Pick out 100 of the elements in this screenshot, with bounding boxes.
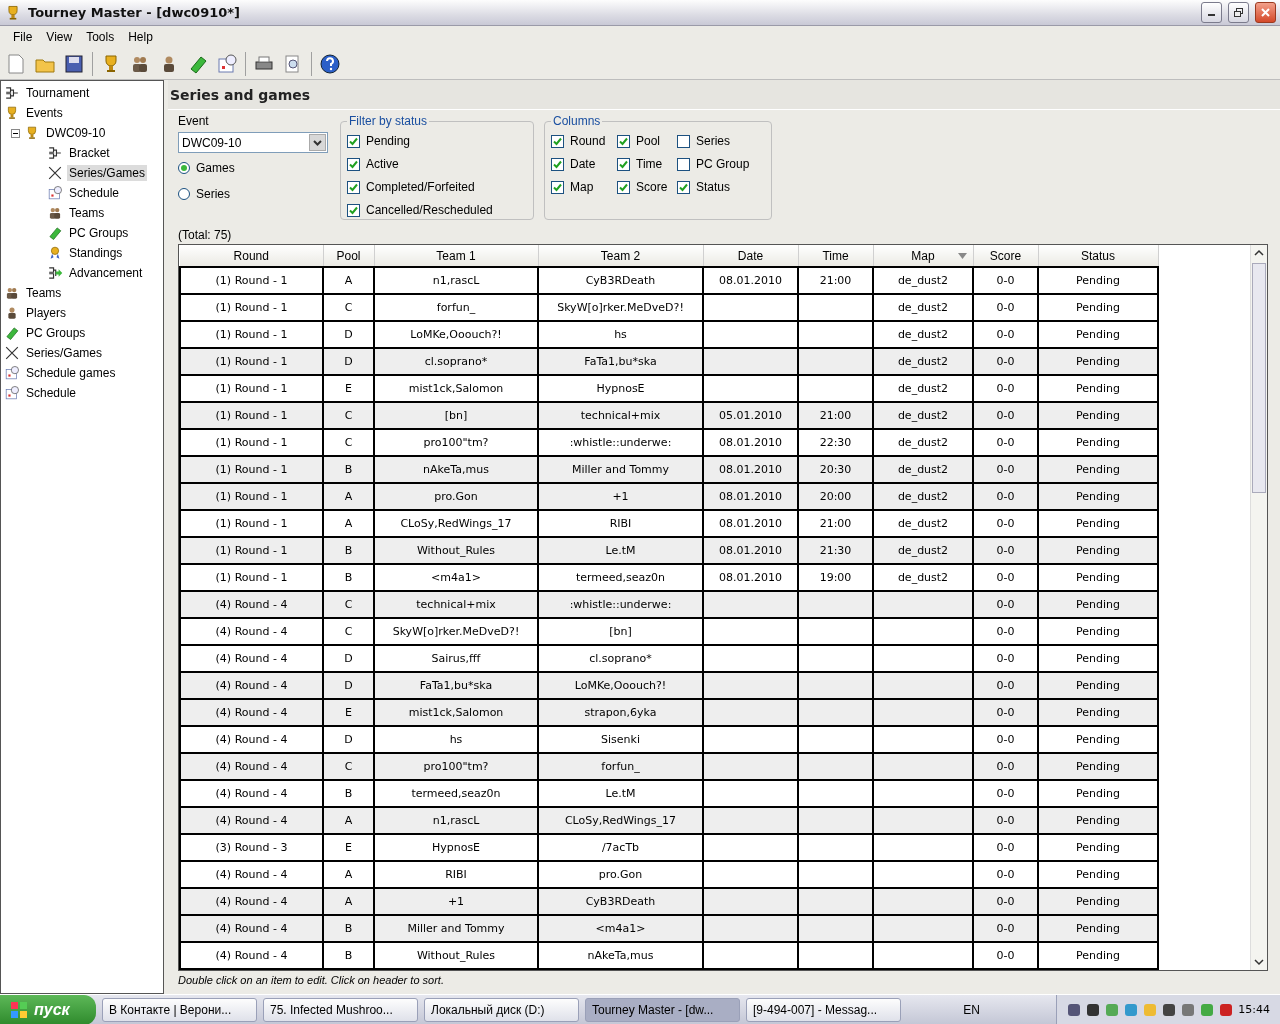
language-indicator[interactable]: EN	[963, 1002, 980, 1017]
tree-item[interactable]: Schedule games	[24, 365, 118, 381]
table-cell: (4) Round - 4	[180, 753, 323, 780]
close-button[interactable]	[1255, 2, 1276, 23]
new-file-icon	[5, 52, 27, 75]
menu-item[interactable]: Tools	[79, 28, 122, 46]
checkbox[interactable]	[617, 134, 630, 148]
table-cell: (4) Round - 4	[180, 942, 323, 969]
tree-item[interactable]: Tournament	[24, 85, 92, 101]
checkbox[interactable]	[551, 134, 564, 148]
checkmark-icon	[349, 205, 358, 215]
column-header[interactable]: Team 1	[374, 245, 538, 267]
checkmark-icon	[553, 182, 562, 192]
tray-icon[interactable]	[1067, 1002, 1082, 1017]
event-dropdown[interactable]: DWC09-10	[178, 132, 328, 153]
checkbox[interactable]	[677, 134, 690, 148]
minimize-button[interactable]	[1201, 2, 1222, 23]
table-cell: FaTa1,bu*ska	[538, 348, 703, 375]
column-header[interactable]: Round	[180, 245, 323, 267]
table-cell: de_dust2	[873, 483, 973, 510]
table-cell: 22:30	[798, 429, 873, 456]
close-icon	[1260, 7, 1271, 18]
checkbox[interactable]	[551, 180, 564, 194]
table-cell: Pending	[1038, 618, 1158, 645]
calendar-clock-icon	[47, 185, 63, 201]
windows-logo-icon	[10, 1000, 28, 1019]
maximize-button[interactable]	[1228, 2, 1249, 23]
collapse-icon[interactable]	[11, 128, 20, 138]
column-header[interactable]: Team 2	[538, 245, 703, 267]
checkbox[interactable]	[347, 134, 360, 148]
radio-button[interactable]	[178, 188, 190, 200]
tree-item[interactable]: Series/Games	[24, 345, 105, 361]
table-cell: LoMKe,Ooouch?!	[374, 321, 538, 348]
tree-item[interactable]: Bracket	[67, 145, 112, 161]
taskbar-button[interactable]: 75. Infected Mushroo...	[263, 997, 418, 1022]
table-cell: (4) Round - 4	[180, 915, 323, 942]
table-cell: (1) Round - 1	[180, 402, 323, 429]
taskbar-button[interactable]: В Контакте | Верони...	[102, 997, 257, 1022]
checkbox[interactable]	[677, 180, 690, 194]
radio-dot-icon	[181, 165, 187, 171]
column-header[interactable]: Score	[973, 245, 1038, 267]
tree-item[interactable]: Teams	[67, 205, 107, 221]
table-cell: (4) Round - 4	[180, 888, 323, 915]
scroll-thumb[interactable]	[1252, 263, 1266, 493]
menu-item[interactable]: Help	[121, 28, 160, 46]
taskbar-button[interactable]: Tourney Master - [dw...	[585, 997, 740, 1022]
radio-button[interactable]	[178, 162, 190, 174]
table-cell: Pending	[1038, 483, 1158, 510]
checkbox[interactable]	[347, 203, 360, 217]
tree-item[interactable]: Events	[24, 105, 65, 121]
table-cell: :whistle::underwe:	[538, 591, 703, 618]
tray-icon[interactable]	[1086, 1002, 1101, 1017]
menu-item[interactable]: View	[39, 28, 80, 46]
checkbox[interactable]	[347, 157, 360, 171]
tree-item[interactable]: Teams	[24, 285, 64, 301]
tree-item[interactable]: Schedule	[24, 385, 79, 401]
table-cell: (4) Round - 4	[180, 591, 323, 618]
table-cell: 0-0	[973, 645, 1038, 672]
table-cell: Pending	[1038, 645, 1158, 672]
table-cell: 08.01.2010	[703, 267, 798, 294]
checkbox[interactable]	[617, 157, 630, 171]
column-header[interactable]: Status	[1038, 245, 1158, 267]
column-header[interactable]: Time	[798, 245, 873, 267]
checkbox[interactable]	[551, 157, 564, 171]
checkbox[interactable]	[677, 157, 690, 171]
tree-item[interactable]: DWC09-10	[44, 125, 108, 141]
table-cell: Pending	[1038, 915, 1158, 942]
tree-item[interactable]: Standings	[67, 245, 125, 261]
table-cell: LoMKe,Ooouch?!	[538, 672, 703, 699]
tree-item[interactable]: Advancement	[67, 265, 145, 281]
table-cell: (4) Round - 4	[180, 861, 323, 888]
tree-item[interactable]: PC Groups	[67, 225, 131, 241]
table-cell: 21:00	[798, 510, 873, 537]
caret-icon	[313, 139, 322, 146]
table-cell: (4) Round - 4	[180, 699, 323, 726]
tray-icon[interactable]	[1162, 1002, 1177, 1017]
calendar-clock-icon	[4, 385, 20, 401]
table-cell: (4) Round - 4	[180, 726, 323, 753]
checkbox[interactable]	[617, 180, 630, 194]
table-cell: mist1ck,Salomon	[374, 699, 538, 726]
taskbar-button[interactable]: [9-494-007] - Messag...	[746, 997, 901, 1022]
tree-item[interactable]: Series/Games	[67, 165, 148, 181]
table-cell: 0-0	[973, 672, 1038, 699]
checkbox-label: Score	[636, 180, 668, 194]
ticket-icon	[4, 325, 20, 341]
taskbar-button[interactable]: Локальный диск (D:)	[424, 997, 579, 1022]
checkbox[interactable]	[347, 180, 360, 194]
column-header[interactable]: Date	[703, 245, 798, 267]
tree-item[interactable]: Players	[24, 305, 68, 321]
tree-item[interactable]: PC Groups	[24, 325, 88, 341]
table-cell: pro100"tm?	[374, 429, 538, 456]
table-cell: Pending	[1038, 780, 1158, 807]
column-header[interactable]: Pool	[323, 245, 374, 267]
table-cell: (4) Round - 4	[180, 672, 323, 699]
tray-icon[interactable]	[1219, 1002, 1234, 1017]
tree-item[interactable]: Schedule	[67, 185, 122, 201]
checkbox-label: Pool	[636, 134, 661, 148]
column-header[interactable]: Map	[873, 245, 973, 267]
menu-item[interactable]: File	[6, 28, 40, 46]
table-cell: 0-0	[973, 429, 1038, 456]
